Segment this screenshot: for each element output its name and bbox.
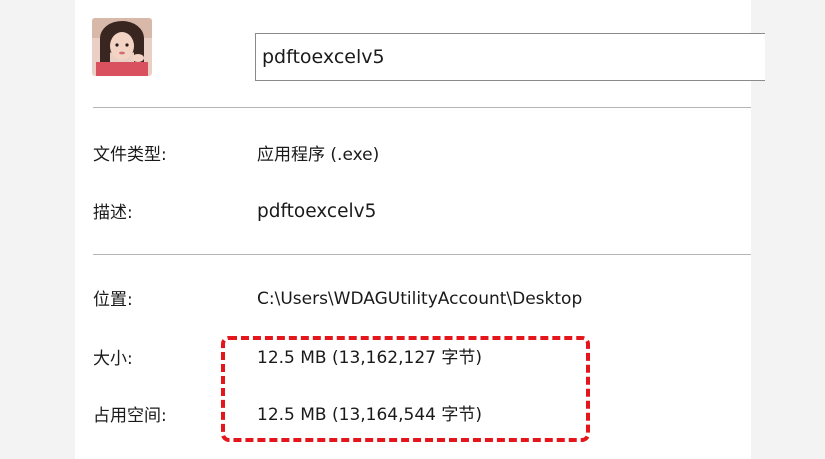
location-label: 位置: <box>93 290 133 310</box>
divider-middle <box>93 254 751 255</box>
red-dashed-highlight-box <box>221 336 590 442</box>
file-type-label: 文件类型: <box>93 145 167 165</box>
file-name-input[interactable] <box>255 33 765 81</box>
size-label: 大小: <box>93 349 133 369</box>
divider-top <box>93 107 751 108</box>
description-label: 描述: <box>93 203 133 223</box>
file-icon-avatar <box>92 18 152 76</box>
avatar-icon <box>92 18 152 76</box>
size-on-disk-label: 占用空间: <box>93 406 167 426</box>
file-type-value: 应用程序 (.exe) <box>257 145 380 165</box>
location-value: C:\Users\WDAGUtilityAccount\Desktop <box>257 289 583 309</box>
description-value: pdftoexcelv5 <box>257 201 377 222</box>
